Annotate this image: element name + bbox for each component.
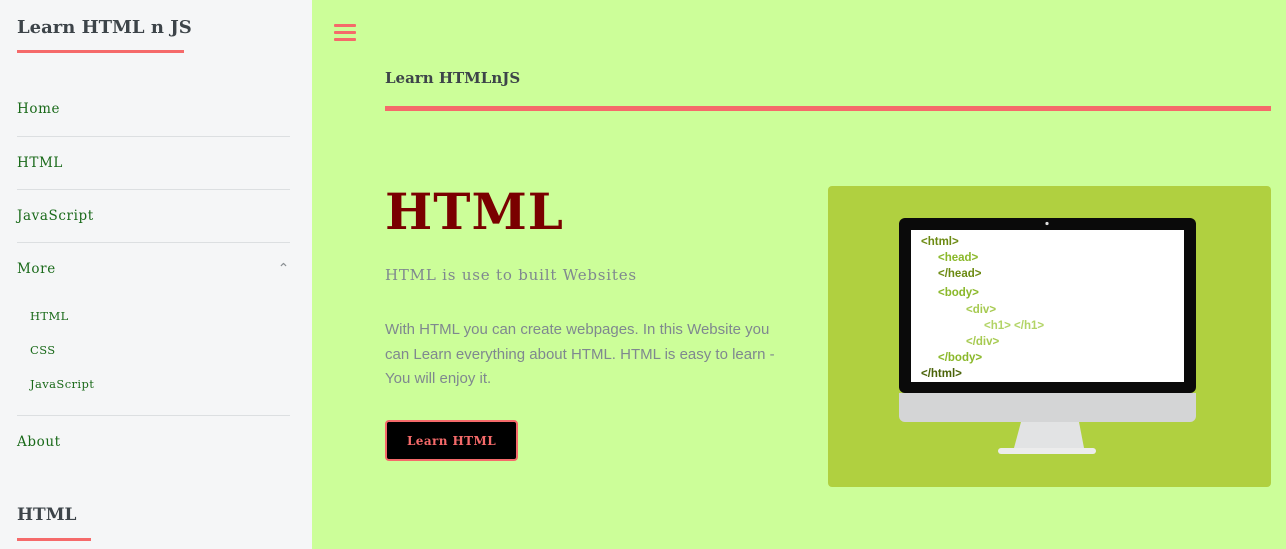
sidebar-item-more[interactable]: More ⌃ xyxy=(17,242,290,295)
learn-html-button[interactable]: Learn HTML xyxy=(385,420,518,461)
sidebar: Learn HTML n JS Home HTML JavaScript Mor… xyxy=(0,0,312,549)
hero-subtitle: HTML is use to built Websites xyxy=(385,266,637,284)
sidebar-nav: Home HTML JavaScript More ⌃ HTML CSS Jav… xyxy=(17,83,290,468)
hero-description: With HTML you can create webpages. In th… xyxy=(385,321,775,387)
brand-underline xyxy=(17,50,184,53)
code-line: </div> xyxy=(966,336,1000,348)
sidebar-item-more-label: More xyxy=(17,261,56,277)
code-line: <head> xyxy=(938,252,979,264)
more-submenu: HTML CSS JavaScript xyxy=(17,295,290,415)
sidebar-item-home[interactable]: Home xyxy=(17,83,290,136)
sidebar-item-html[interactable]: HTML xyxy=(17,136,290,189)
submenu-item-css[interactable]: CSS xyxy=(30,333,290,367)
code-line: <h1> </h1> xyxy=(984,320,1044,332)
hamburger-icon[interactable] xyxy=(334,24,356,44)
sidebar-section-heading: HTML xyxy=(17,505,77,525)
sidebar-item-about[interactable]: About xyxy=(17,415,290,468)
code-line: <div> xyxy=(966,304,996,316)
code-line: <body> xyxy=(938,287,979,299)
hero-title: HTML xyxy=(385,182,564,241)
submenu-item-javascript[interactable]: JavaScript xyxy=(30,367,290,401)
sidebar-item-javascript[interactable]: JavaScript xyxy=(17,189,290,242)
chevron-up-icon[interactable]: ⌃ xyxy=(278,243,290,296)
code-line: </head> xyxy=(938,268,982,280)
code-line: <html> xyxy=(921,236,959,248)
sidebar-brand[interactable]: Learn HTML n JS xyxy=(17,17,192,38)
code-line: </html> xyxy=(921,368,962,380)
monitor-code-illustration: <html> <head> </head> <body> <div> <h1> … xyxy=(828,186,1271,487)
header-divider xyxy=(385,106,1271,111)
monitor-icon: <html> <head> </head> <body> <div> <h1> … xyxy=(899,218,1196,454)
header-title[interactable]: Learn HTMLnJS xyxy=(385,69,520,87)
submenu-item-html[interactable]: HTML xyxy=(30,299,290,333)
code-line: </body> xyxy=(938,352,982,364)
section-heading-underline xyxy=(17,538,91,541)
